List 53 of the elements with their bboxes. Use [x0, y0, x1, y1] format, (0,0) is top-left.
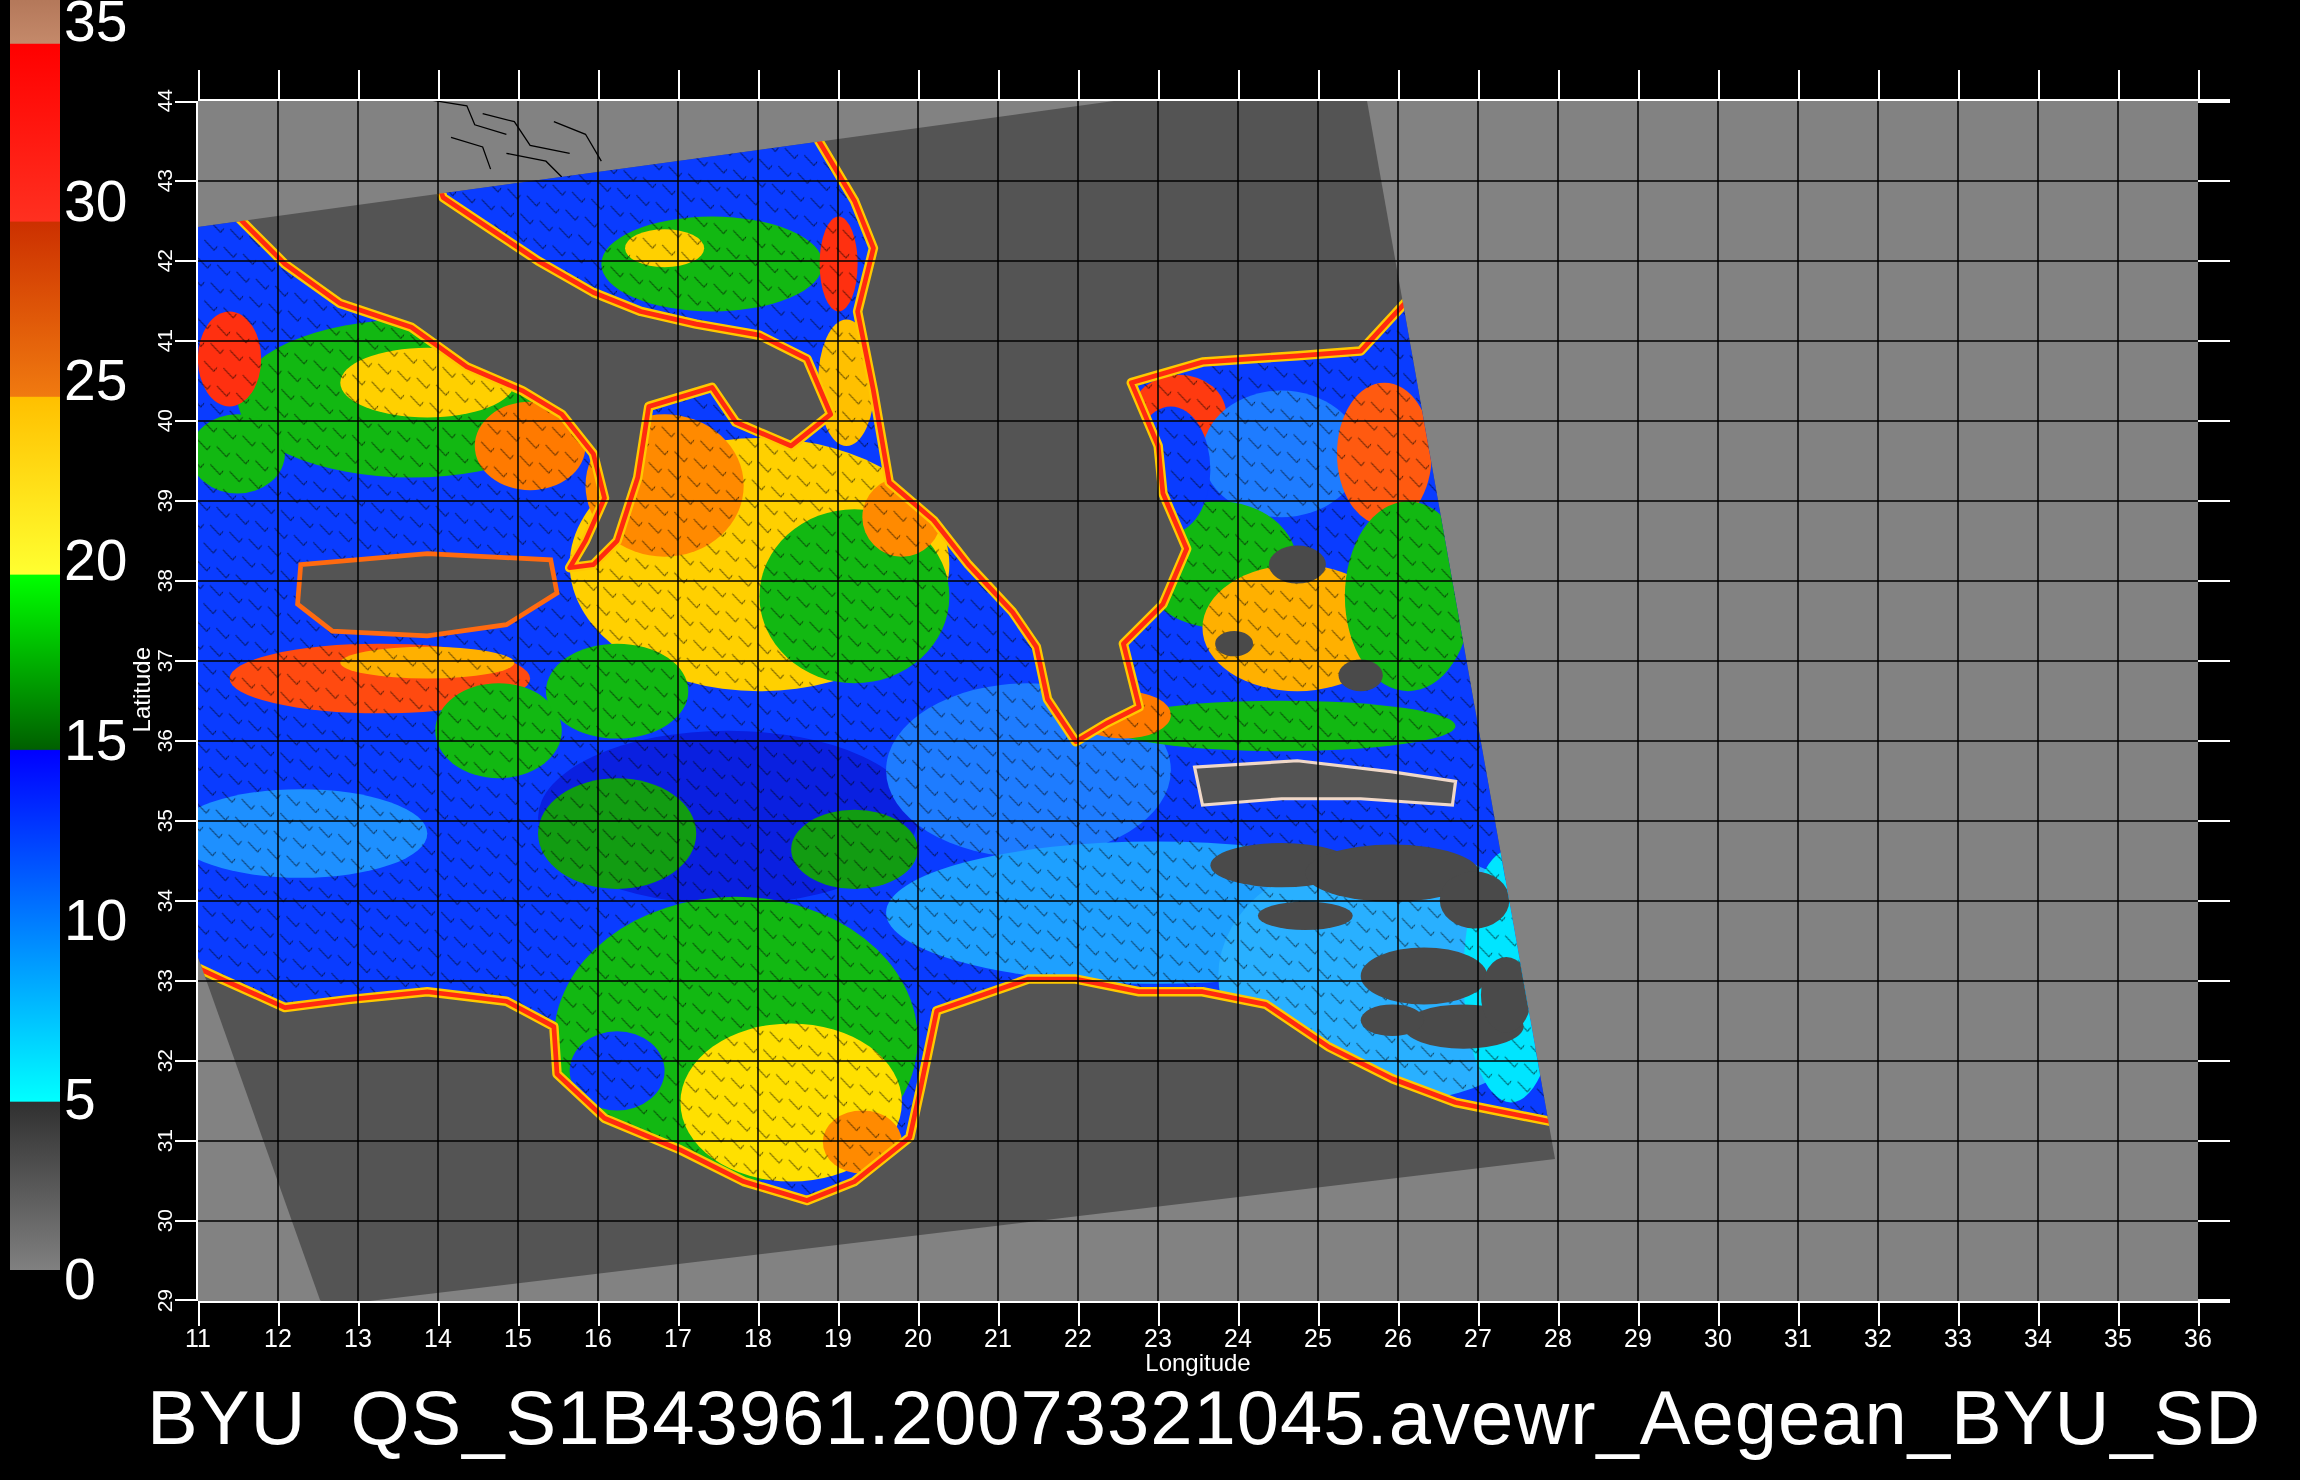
longitude-tick-label: 36 — [2184, 1326, 2212, 1350]
latitude-tick-label: 29 — [154, 1289, 175, 1313]
plot-title: BYU QS_S1B43961.20073321045.avewr_Aegean_BYU_SD — [147, 1376, 2262, 1460]
color-scale-label: 30 — [64, 179, 128, 222]
latitude-tick-label: 33 — [154, 969, 175, 993]
longitude-tick-label: 34 — [2024, 1326, 2052, 1350]
color-scale-label: 10 — [64, 898, 128, 941]
longitude-tick-label: 21 — [984, 1326, 1012, 1350]
longitude-tick-label: 19 — [824, 1326, 852, 1350]
longitude-tick-label: 32 — [1864, 1326, 1892, 1350]
longitude-axis-title: Longitude — [1145, 1350, 1251, 1376]
color-scale-label: 20 — [64, 539, 128, 582]
longitude-tick-label: 30 — [1704, 1326, 1732, 1350]
longitude-tick-label: 20 — [904, 1326, 932, 1350]
longitude-tick-label: 25 — [1304, 1326, 1332, 1350]
color-scale-label: 25 — [64, 359, 128, 402]
latitude-tick-label: 30 — [154, 1209, 175, 1233]
longitude-tick-label: 18 — [744, 1326, 772, 1350]
color-scale-label: 5 — [64, 1078, 96, 1121]
latitude-tick-label: 34 — [154, 889, 175, 913]
latitude-tick-label: 42 — [154, 249, 175, 273]
longitude-tick-label: 28 — [1544, 1326, 1572, 1350]
latitude-tick-label: 37 — [154, 649, 175, 673]
longitude-tick-label: 35 — [2104, 1326, 2132, 1350]
longitude-tick-label: 26 — [1384, 1326, 1412, 1350]
latitude-tick-label: 44 — [154, 89, 175, 113]
longitude-tick-label: 31 — [1784, 1326, 1812, 1350]
longitude-tick-label: 16 — [584, 1326, 612, 1350]
longitude-tick-label: 27 — [1464, 1326, 1492, 1350]
latitude-tick-label: 43 — [154, 169, 175, 193]
longitude-tick-label: 14 — [424, 1326, 452, 1350]
longitude-tick-label: 12 — [264, 1326, 292, 1350]
longitude-tick-label: 29 — [1624, 1326, 1652, 1350]
latitude-tick-label: 41 — [154, 329, 175, 353]
latitude-tick-label: 32 — [154, 1049, 175, 1073]
color-scale-label: 35 — [64, 0, 128, 42]
longitude-tick-label: 11 — [185, 1326, 211, 1350]
latitude-tick-label: 39 — [154, 489, 175, 513]
latitude-tick-label: 35 — [154, 809, 175, 833]
longitude-tick-label: 13 — [344, 1326, 372, 1350]
latitude-tick-label: 40 — [154, 409, 175, 433]
longitude-tick-label: 23 — [1144, 1326, 1172, 1350]
latitude-tick-label: 31 — [154, 1129, 175, 1153]
color-scale-label: 0 — [64, 1257, 96, 1300]
longitude-tick-label: 17 — [664, 1326, 692, 1350]
color-scale-label: 15 — [64, 718, 128, 761]
longitude-tick-label: 24 — [1224, 1326, 1252, 1350]
latitude-tick-label: 38 — [154, 569, 175, 593]
latitude-axis-title: Latitude — [130, 647, 154, 733]
longitude-tick-label: 15 — [504, 1326, 532, 1350]
longitude-tick-label: 22 — [1064, 1326, 1092, 1350]
latitude-tick-label: 36 — [154, 729, 175, 753]
longitude-tick-label: 33 — [1944, 1326, 1972, 1350]
